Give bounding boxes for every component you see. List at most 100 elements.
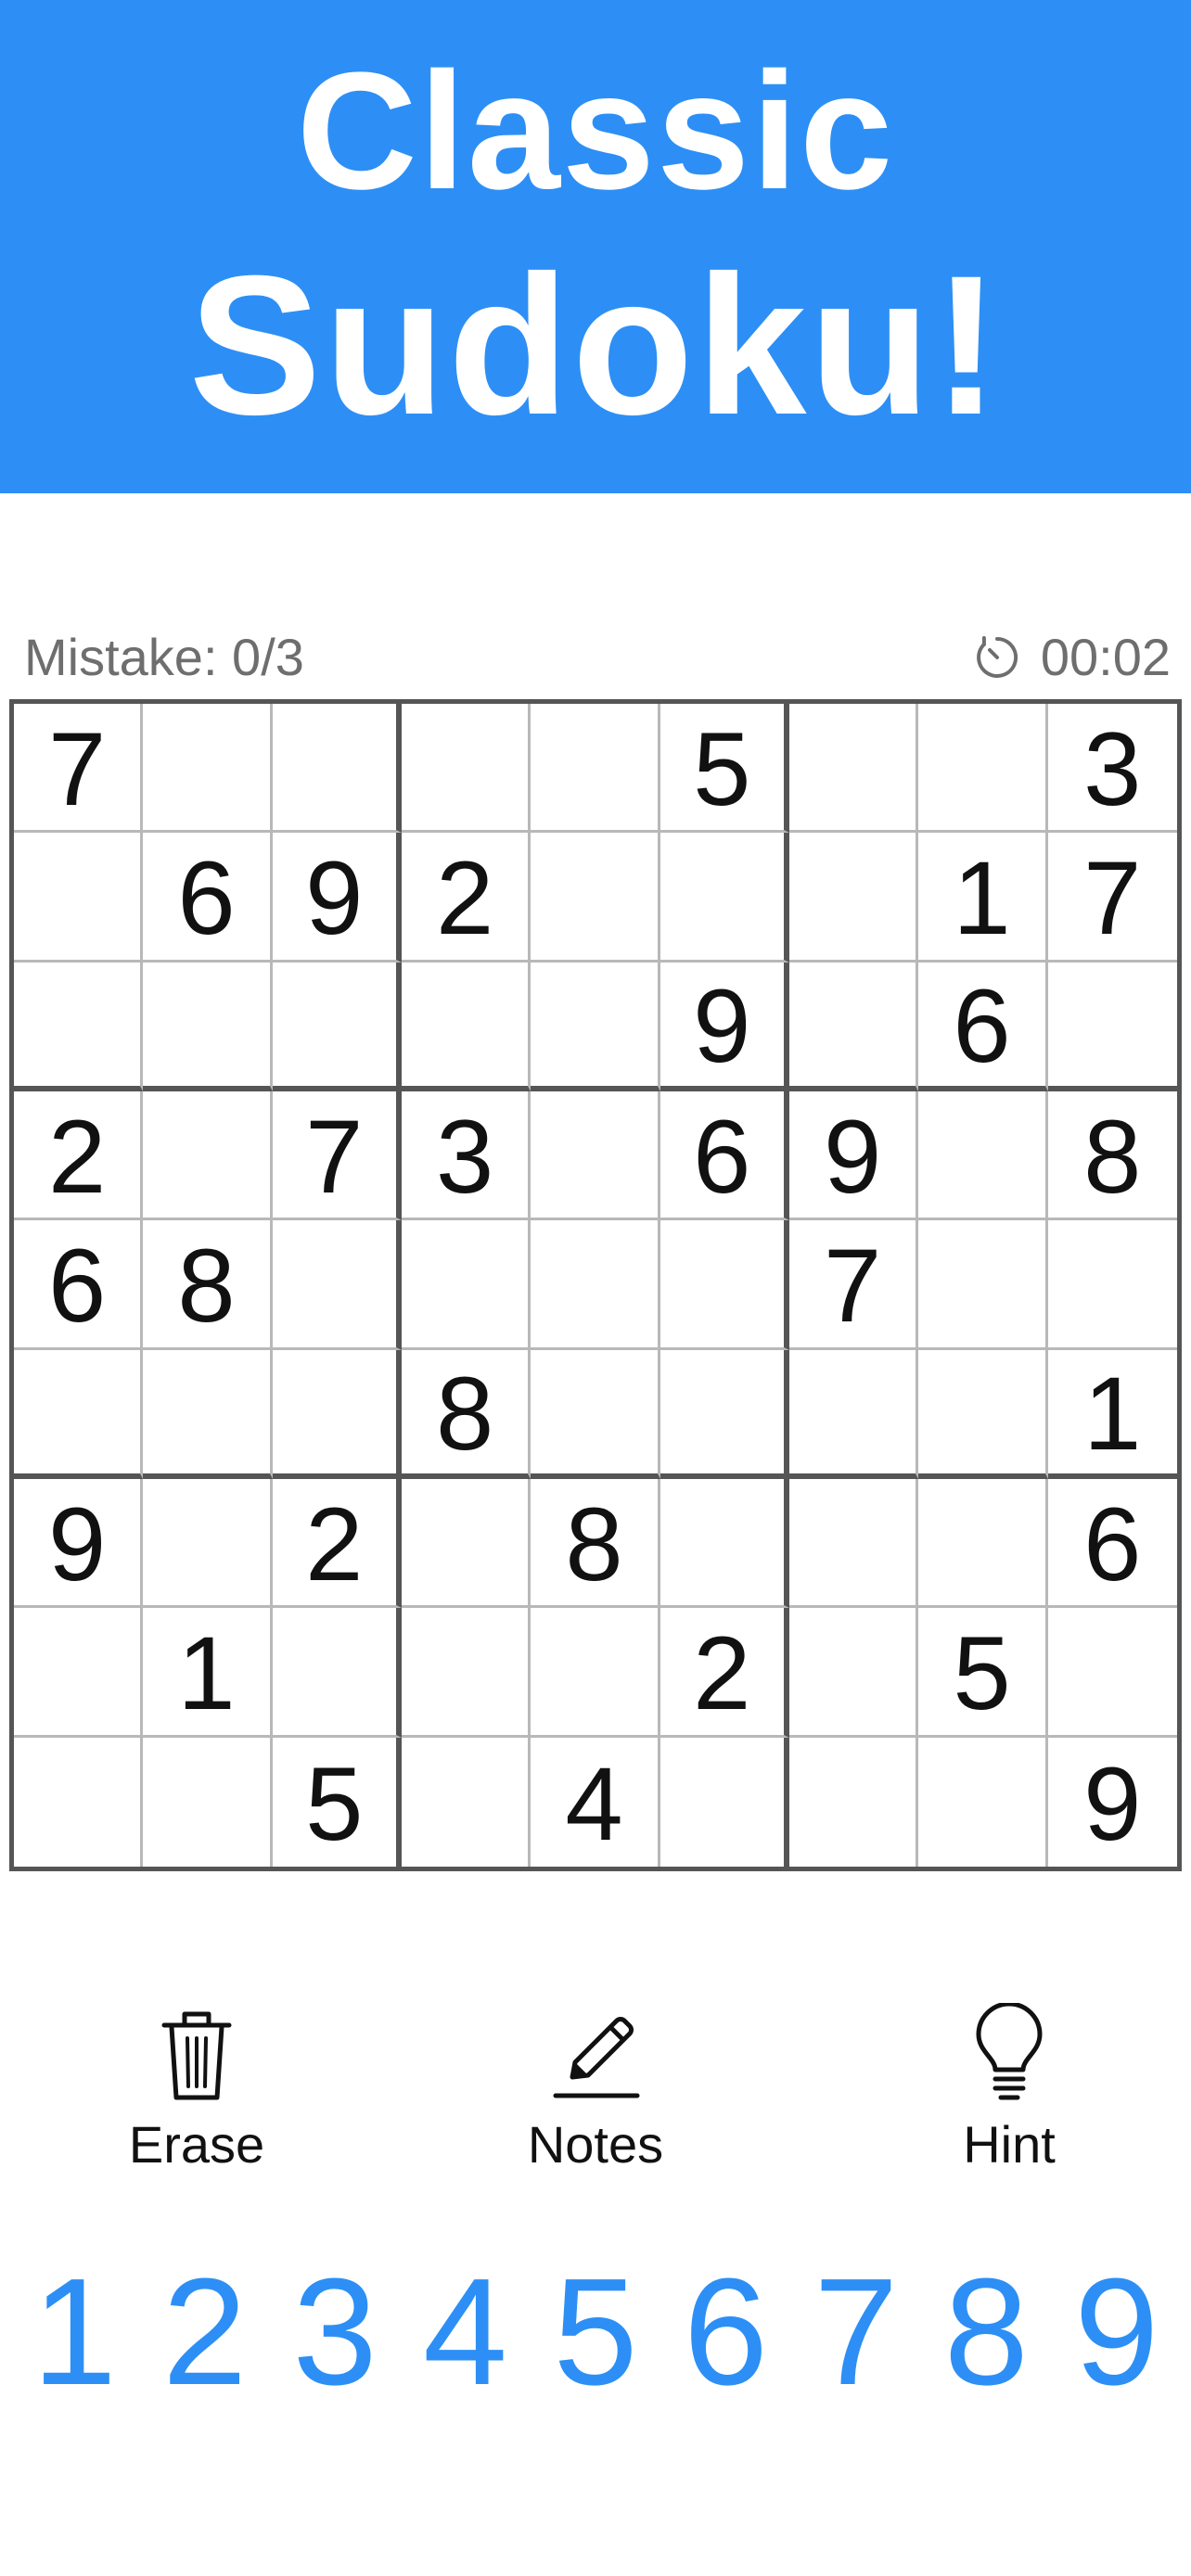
board-cell[interactable] xyxy=(402,1737,531,1867)
board-cell[interactable]: 2 xyxy=(401,833,531,963)
board-cell[interactable] xyxy=(272,1220,402,1350)
board-cell[interactable] xyxy=(14,1608,144,1738)
board-cell[interactable] xyxy=(660,1220,789,1350)
board-cell[interactable]: 9 xyxy=(788,1090,919,1221)
board-cell[interactable]: 2 xyxy=(660,1608,789,1738)
board-cell[interactable] xyxy=(14,962,144,1091)
board-cell[interactable] xyxy=(1047,1608,1177,1738)
notes-button[interactable]: Notes xyxy=(475,2003,716,2174)
timer-value: 00:02 xyxy=(1040,628,1171,686)
board-cell[interactable] xyxy=(143,1090,273,1221)
board-cell[interactable]: 6 xyxy=(1047,1479,1177,1609)
number-key-4[interactable]: 4 xyxy=(400,2253,530,2411)
number-key-7[interactable]: 7 xyxy=(791,2253,921,2411)
board-cell[interactable]: 7 xyxy=(788,1220,919,1350)
board-cell[interactable]: 7 xyxy=(1047,833,1177,963)
board-cell[interactable]: 3 xyxy=(1047,704,1177,834)
board-cell[interactable]: 6 xyxy=(660,1090,789,1221)
board-cell[interactable]: 6 xyxy=(143,833,273,963)
board-cell[interactable] xyxy=(272,962,402,1091)
board-cell[interactable] xyxy=(143,704,273,834)
board-cell[interactable]: 5 xyxy=(918,1608,1048,1738)
board-cell[interactable] xyxy=(788,704,919,834)
board-cell[interactable]: 1 xyxy=(1047,1350,1177,1479)
board-cell[interactable] xyxy=(1047,1220,1177,1350)
sudoku-board: 7536921796273698687819286125549 xyxy=(9,699,1182,1871)
board-cell[interactable]: 9 xyxy=(1048,1738,1177,1867)
board-cell[interactable] xyxy=(531,1090,660,1221)
board-cell[interactable] xyxy=(660,1478,789,1609)
number-key-2[interactable]: 2 xyxy=(139,2253,269,2411)
board-cell[interactable]: 9 xyxy=(660,962,789,1091)
hint-button[interactable]: Hint xyxy=(889,2003,1130,2174)
board-cell[interactable] xyxy=(401,1478,531,1609)
board-cell[interactable] xyxy=(143,1478,273,1609)
board-cell[interactable] xyxy=(531,1349,660,1479)
board-cell[interactable] xyxy=(14,833,144,963)
board-cell[interactable]: 4 xyxy=(531,1737,660,1867)
board-cell[interactable] xyxy=(918,1220,1048,1350)
board-cell[interactable] xyxy=(660,1349,789,1479)
board-cell[interactable] xyxy=(788,1349,919,1479)
board-cell[interactable] xyxy=(918,704,1048,834)
board-cell[interactable] xyxy=(401,1608,531,1738)
board-cell[interactable] xyxy=(789,1737,919,1867)
board-cell[interactable]: 8 xyxy=(401,1349,531,1479)
board-cell[interactable] xyxy=(272,1608,402,1738)
board-cell[interactable] xyxy=(272,1349,402,1479)
board-cell[interactable] xyxy=(531,962,660,1091)
board-cell[interactable]: 1 xyxy=(143,1608,273,1738)
sudoku-screen: Classic Sudoku! Mistake: 0/3 00:02 75369… xyxy=(0,0,1191,2576)
board-cell[interactable]: 8 xyxy=(1047,1091,1177,1221)
board-cell[interactable]: 9 xyxy=(14,1478,144,1609)
board-cell[interactable]: 3 xyxy=(401,1090,531,1221)
board-cell[interactable]: 5 xyxy=(273,1737,402,1867)
board-cell[interactable]: 9 xyxy=(272,833,402,963)
board-cell[interactable] xyxy=(660,833,789,963)
board-cell[interactable] xyxy=(788,1478,919,1609)
number-key-8[interactable]: 8 xyxy=(921,2253,1051,2411)
board-cell[interactable] xyxy=(788,1608,919,1738)
board-cell[interactable]: 6 xyxy=(918,962,1048,1091)
board-cell[interactable] xyxy=(531,833,660,963)
board-cell[interactable] xyxy=(918,1478,1048,1609)
number-key-9[interactable]: 9 xyxy=(1052,2253,1182,2411)
board-cell[interactable]: 8 xyxy=(143,1220,273,1350)
erase-label: Erase xyxy=(128,2115,265,2174)
board-cell[interactable] xyxy=(143,1737,273,1867)
board-cell[interactable] xyxy=(143,1349,273,1479)
board-cell[interactable]: 5 xyxy=(660,704,789,834)
board-cell[interactable] xyxy=(272,704,402,834)
board-cell[interactable] xyxy=(531,1608,660,1738)
board-cell[interactable]: 8 xyxy=(531,1478,660,1609)
board-cell[interactable] xyxy=(918,1737,1048,1867)
board-cell[interactable]: 2 xyxy=(14,1090,144,1221)
number-key-3[interactable]: 3 xyxy=(270,2253,400,2411)
board-cell[interactable] xyxy=(531,704,660,834)
erase-button[interactable]: Erase xyxy=(76,2003,317,2174)
board-cell[interactable] xyxy=(14,1349,144,1479)
board-cell[interactable] xyxy=(660,1737,789,1867)
board-cell[interactable] xyxy=(1047,963,1177,1091)
notes-label: Notes xyxy=(527,2115,664,2174)
board-cell[interactable]: 1 xyxy=(918,833,1048,963)
board-cell[interactable] xyxy=(143,962,273,1091)
board-cell[interactable] xyxy=(401,704,531,834)
board-cell[interactable] xyxy=(531,1220,660,1350)
number-key-5[interactable]: 5 xyxy=(531,2253,660,2411)
board-cell[interactable]: 6 xyxy=(14,1220,144,1350)
title-line-1: Classic xyxy=(296,38,895,224)
board-cell[interactable] xyxy=(918,1090,1048,1221)
number-key-1[interactable]: 1 xyxy=(9,2253,139,2411)
board-cell[interactable] xyxy=(788,962,919,1091)
board-cell[interactable] xyxy=(918,1349,1048,1479)
board-cell[interactable]: 7 xyxy=(272,1090,402,1221)
title-line-2: Sudoku! xyxy=(188,235,1003,456)
board-cell[interactable] xyxy=(14,1737,144,1867)
board-cell[interactable]: 7 xyxy=(14,704,144,834)
number-key-6[interactable]: 6 xyxy=(660,2253,790,2411)
board-cell[interactable] xyxy=(788,833,919,963)
board-cell[interactable] xyxy=(401,962,531,1091)
board-cell[interactable] xyxy=(401,1220,531,1350)
board-cell[interactable]: 2 xyxy=(272,1478,402,1609)
